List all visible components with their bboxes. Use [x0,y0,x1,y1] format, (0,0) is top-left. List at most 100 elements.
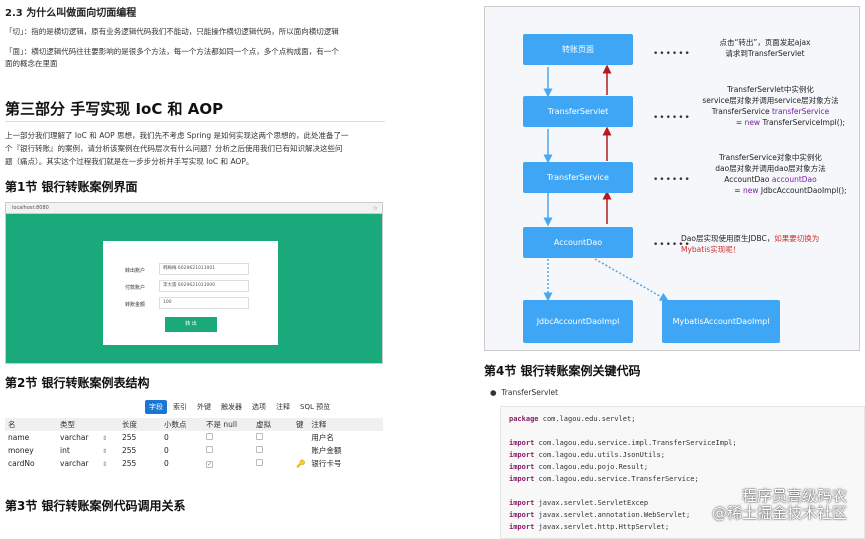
code-line: import com.lagou.edu.pojo.Result; [509,461,856,473]
tab-fields[interactable]: 字段 [145,400,167,414]
code-text: javax.servlet.http.HttpServlet; [534,523,670,531]
transfer-button[interactable]: 转 出 [165,317,217,332]
note-line: dao层对象并调用dao层对象方法 [715,164,826,173]
cell-type: varchar [60,433,89,442]
code-keyword: package [509,415,539,423]
table-row[interactable]: name varchar ⇕ 255 0 用户名 [5,431,383,444]
virtual-checkbox[interactable] [256,433,263,440]
tab-foreign-keys[interactable]: 外键 [193,400,215,414]
watermark-line2: @稀土掘金技术社区 [711,504,847,522]
code-keyword: import [509,439,535,447]
table-row[interactable]: cardNo varchar ⇕ 255 0 ✓ 🔑 银行卡号 [5,457,383,470]
intro-line3: 题（痛点）。其实这个过程我们就是在一步步分析并手写实现 IoC 和 AOP。 [5,157,254,166]
note-code: TransferService [711,107,772,116]
note-service-instantiation: TransferService对象中实例化 dao层对象并调用dao层对象方法 … [683,152,858,196]
not-null-checkbox[interactable] [206,433,213,440]
amount-label: 转账金额 [125,302,146,308]
table-row[interactable]: money int ⇕ 255 0 账户金额 [5,444,383,457]
code-keyword: import [509,499,535,507]
arrow-dotted-dao-mybatis [594,258,669,302]
bullet-dot-icon: ● [490,388,497,397]
box-transfer-servlet: TransferServlet [523,96,633,127]
note-code-var: accountDao [771,175,817,184]
section-2-3-title: 2.3 为什么叫做面向切面编程 [5,8,137,19]
watermark: 程序员高级码农 @稀土掘金技术社区 [712,488,847,522]
divider [5,121,385,122]
box-account-dao: AccountDao [523,227,633,258]
note-code: = [734,186,743,195]
virtual-checkbox[interactable] [256,459,263,466]
bookmark-star-icon: ☆ [372,205,378,212]
table-header-row: 名 类型 长度 小数点 不是 null 虚拟 键 注释 [5,418,383,431]
cell-length: 255 [122,446,137,455]
part3-title: 第三部分 手写实现 IoC 和 AOP [5,100,224,118]
cell-key [293,431,308,444]
col-not-null: 不是 null [203,418,253,431]
tab-options[interactable]: 选项 [248,400,270,414]
note-line: AccountDao accountDao [683,174,858,185]
browser-url: localhost:8080 [12,205,49,211]
col-name: 名 [5,418,57,431]
section1-title: 第1节 银行转账案例界面 [5,180,138,194]
note-servlet-instantiation: TransferServlet中实例化 service层对象并调用service… [683,84,858,128]
note-code: AccountDao [724,175,772,184]
from-account-field[interactable]: 韩梅梅 6029621011001 [159,263,249,275]
intro-line2: 个『银行转账』的案例，请分析该案例在代码层次有什么问题？分析之后使用我们已有知识… [5,144,343,153]
note-text-red: 如果要切换为 [774,234,820,243]
cell-comment: 账户金额 [311,446,342,455]
code-keyword: import [509,523,535,531]
cell-length: 255 [122,433,137,442]
note-line: TransferService对象中实例化 [719,153,822,162]
note-code: = [735,118,745,127]
code-text: com.lagou.edu.service.TransferService; [534,475,699,483]
watermark-line1: 程序员高级码农 [741,487,847,505]
note-dao-jdbc: Dao层实现使用原生JDBC，如果要切换为 Mybatis实现呢！ [681,233,856,255]
note-code-keyword: new [742,186,759,195]
code-line: import javax.servlet.http.HttpServlet; [509,521,856,533]
note-text: Dao层实现使用原生JDBC， [681,234,775,243]
section2-title: 第2节 银行转账案例表结构 [5,376,150,390]
tab-triggers[interactable]: 触发器 [217,400,246,414]
from-account-label: 转出账户 [125,268,146,274]
cell-length: 255 [122,459,137,468]
virtual-checkbox[interactable] [256,446,263,453]
cell-key [293,444,308,457]
bullet-item: ● TransferServlet [490,388,558,397]
tab-comments[interactable]: 注释 [272,400,294,414]
type-spinner-icon[interactable]: ⇕ [102,461,107,468]
note-line: 请求到TransferServlet [725,49,805,58]
tab-indexes[interactable]: 索引 [169,400,191,414]
browser-address-bar: localhost:8080 ☆ [6,203,382,214]
code-keyword: import [509,475,535,483]
code-text: com.lagou.edu.utils.JsonUtils; [534,451,665,459]
tab-sql-preview[interactable]: SQL 预览 [296,400,334,414]
call-relationship-diagram: 转账页面 TransferServlet TransferService Acc… [484,6,860,351]
intro-line1: 上一部分我们理解了 IoC 和 AOP 思想，我们先不考虑 Spring 是如何… [5,131,349,140]
browser-screenshot: localhost:8080 ☆ 转出账户 韩梅梅 6029621011001 … [5,202,383,364]
code-line: import com.lagou.edu.service.impl.Transf… [509,437,856,449]
not-null-checkbox[interactable]: ✓ [206,461,213,468]
note-ajax-request: 点击“转出”，页面发起ajax 请求到TransferServlet [690,37,840,59]
cell-type: varchar [60,459,89,468]
not-null-checkbox[interactable] [206,446,213,453]
cell-decimal: 0 [164,459,169,468]
type-spinner-icon[interactable]: ⇕ [102,435,107,442]
code-text: javax.servlet.annotation.WebServlet; [534,511,691,519]
col-virtual: 虚拟 [253,418,293,431]
note-line: TransferService transferService [683,106,858,117]
to-account-field[interactable]: 李大雷 6029621011000 [159,280,249,292]
box-mybatis-dao-impl: MybatisAccountDaoImpl [662,300,780,343]
code-line: import com.lagou.edu.utils.JsonUtils; [509,449,856,461]
code-line: import com.lagou.edu.service.TransferSer… [509,473,856,485]
note-code-var: transferService [771,107,830,116]
cut-paragraph: 「切」：指的是横切逻辑，原有业务逻辑代码我们不能动，只能操作横切逻辑代码，所以面… [5,27,339,36]
fields-table: 名 类型 长度 小数点 不是 null 虚拟 键 注释 name varchar… [5,418,383,470]
code-line: package com.lagou.edu.servlet; [509,413,856,425]
primary-key-icon: 🔑 [296,459,306,468]
note-line: TransferServlet中实例化 [727,85,814,94]
note-line: = new JdbcAccountDaoImpl(); [683,185,858,196]
cell-comment: 用户名 [311,433,334,442]
code-keyword: import [509,463,535,471]
type-spinner-icon[interactable]: ⇕ [102,448,107,455]
amount-field[interactable]: 100 [159,297,249,309]
